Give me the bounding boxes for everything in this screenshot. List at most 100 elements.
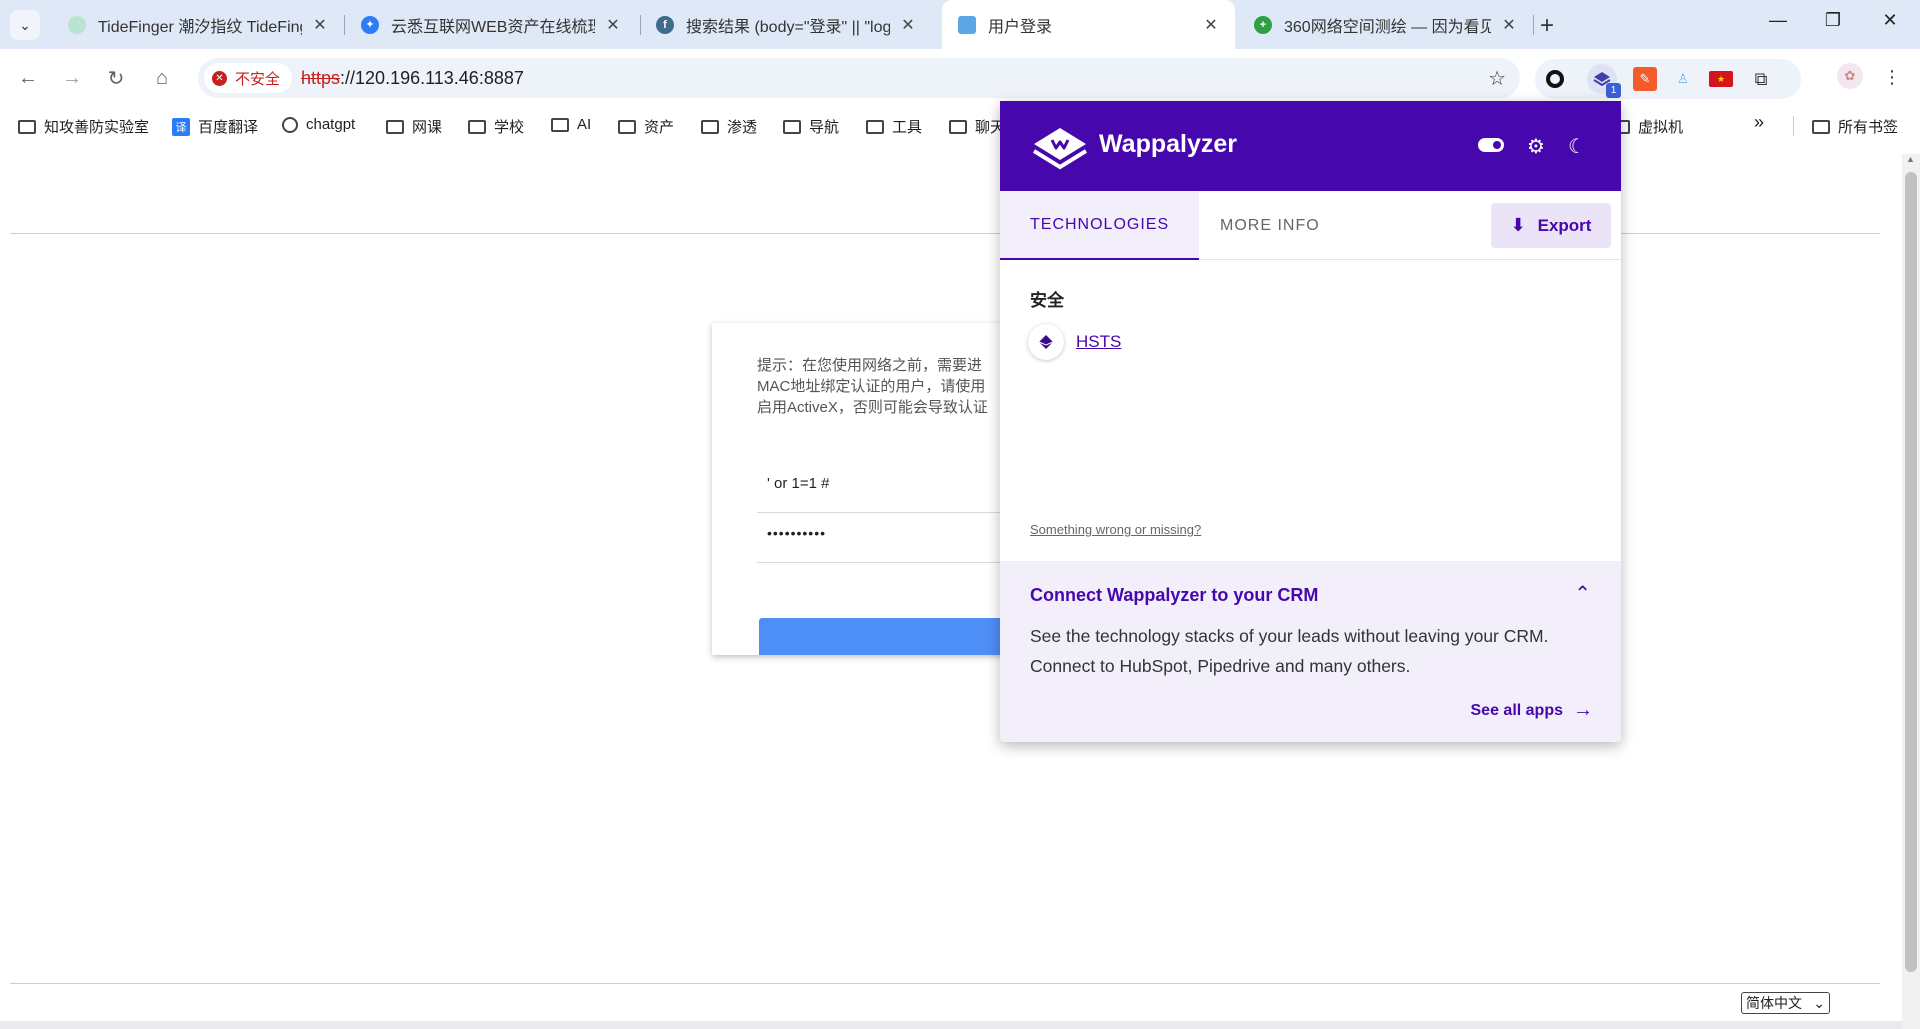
url-text[interactable]: https://120.196.113.46:8887 (301, 68, 524, 89)
puzzle-icon[interactable]: ⧉ (1749, 67, 1773, 91)
folder-icon (468, 119, 486, 134)
bookmark-item[interactable]: 知攻善防实验室 (18, 116, 149, 137)
flag-extension-icon[interactable]: ★ (1709, 71, 1733, 87)
reload-icon[interactable]: ↻ (101, 63, 131, 93)
close-icon[interactable]: ✕ (1499, 15, 1519, 35)
tab-technologies[interactable]: TECHNOLOGIES (1000, 191, 1200, 260)
yunxi-icon: ✦ (361, 15, 379, 34)
bookmark-label: 知攻善防实验室 (44, 119, 150, 136)
window-close-icon[interactable]: ✕ (1870, 10, 1910, 31)
bookmark-item[interactable]: 工具 (866, 116, 922, 137)
category-title: 安全 (1030, 291, 1064, 310)
bookmark-label: 所有书签 (1838, 119, 1899, 136)
tab-more-info[interactable]: MORE INFO (1190, 191, 1350, 260)
hint-line: 启用ActiveX，否则可能会导致认证 (757, 399, 988, 416)
bookmark-item[interactable]: 虚拟机 (1612, 116, 1683, 137)
scroll-thumb[interactable] (1905, 172, 1917, 972)
person-extension-icon[interactable]: ♙ (1671, 67, 1695, 91)
bookmark-star-icon[interactable]: ☆ (1488, 66, 1506, 91)
close-icon[interactable]: ✕ (1201, 15, 1221, 35)
wappalyzer-brand: Wappalyzer (1099, 130, 1238, 158)
bookmark-item[interactable]: 资产 (618, 116, 674, 137)
restore-icon[interactable]: ❐ (1813, 10, 1853, 31)
scroll-up-icon[interactable]: ▲ (1906, 154, 1915, 164)
bookmark-item[interactable]: 学校 (468, 116, 524, 137)
chevron-down-icon: ⌄ (1813, 994, 1825, 1011)
minimize-icon[interactable]: — (1758, 10, 1798, 31)
fofa-icon: f (656, 15, 674, 34)
tab-title: 云悉互联网WEB资产在线梳理|C (391, 18, 595, 36)
page-content: 提示：在您使用网络之前，需要进 MAC地址绑定认证的用户，请使用 启用Activ… (0, 146, 1920, 1029)
close-icon[interactable]: ✕ (898, 15, 918, 35)
folder-icon (866, 119, 884, 134)
bookmark-item[interactable]: AI (551, 116, 591, 133)
new-tab-button[interactable]: + (1540, 12, 1554, 40)
feedback-link[interactable]: Something wrong or missing? (1030, 522, 1201, 537)
back-icon[interactable]: ← (13, 63, 43, 93)
bookmark-item[interactable]: 渗透 (701, 116, 757, 137)
more-menu-icon[interactable]: ⋮ (1880, 65, 1904, 89)
scrollbar[interactable]: ▲ (1902, 154, 1920, 1029)
bookmark-item[interactable]: 网课 (386, 116, 442, 137)
wappalyzer-header: Wappalyzer ⚙ ☾ (1000, 101, 1621, 191)
tidefinger-icon (68, 15, 86, 34)
login-button[interactable]: 登录 (759, 618, 1000, 655)
chevron-up-icon[interactable]: ⌃ (1574, 581, 1591, 606)
technology-name[interactable]: HSTS (1076, 332, 1121, 352)
password-field[interactable]: •••••••••• (757, 513, 1000, 563)
bookmark-label: 渗透 (727, 119, 758, 136)
security-label: 不安全 (235, 70, 281, 88)
close-icon[interactable]: ✕ (310, 15, 330, 35)
tab-360-mapping[interactable]: + 360网络空间测绘 — 因为看见 ✕ (1238, 0, 1533, 49)
tab-strip: ⌄ TideFinger 潮汐指纹 TideFinger ✕ ✦ 云悉互联网WE… (0, 0, 1920, 49)
bookmark-item[interactable]: 聊天 (949, 116, 1005, 137)
bookmarks-overflow-button[interactable]: » (1754, 112, 1764, 133)
tab-fofa-search[interactable]: f 搜索结果 (body="登录" || "log ✕ (640, 0, 932, 49)
wappalyzer-popup: Wappalyzer ⚙ ☾ TECHNOLOGIES MORE INFO ⬇ … (1000, 101, 1621, 742)
page-bottom-strip (0, 1021, 1920, 1029)
bookmark-label: 百度翻译 (198, 119, 259, 136)
tab-tidefinger[interactable]: TideFinger 潮汐指纹 TideFinger ✕ (52, 0, 344, 49)
security-chip[interactable]: ✕ 不安全 (204, 63, 293, 93)
tab-search-button[interactable]: ⌄ (10, 10, 40, 40)
bookmark-label: AI (577, 116, 592, 133)
bookmark-item[interactable]: chatgpt (282, 116, 355, 133)
warning-icon: ✕ (212, 70, 227, 86)
bookmark-item[interactable]: 译百度翻译 (172, 116, 258, 137)
bookmark-label: 学校 (494, 119, 525, 136)
all-bookmarks[interactable]: 所有书签 (1812, 116, 1898, 137)
bookmark-item[interactable]: 导航 (783, 116, 839, 137)
circle-extension-icon[interactable] (1543, 67, 1567, 91)
gear-icon[interactable]: ⚙ (1527, 134, 1545, 159)
bookmark-label: 网课 (412, 119, 443, 136)
home-icon[interactable]: ⌂ (147, 63, 177, 93)
wappalyzer-extension-icon[interactable]: 1 (1587, 64, 1621, 98)
folder-icon (18, 119, 36, 134)
address-bar[interactable]: ✕ 不安全 https://120.196.113.46:8887 ☆ (198, 58, 1520, 98)
toggle-switch[interactable] (1478, 138, 1504, 152)
language-select-value: 简体中文 (1746, 995, 1802, 1011)
translate-extension-icon[interactable]: ✎ (1633, 67, 1657, 91)
tab-title: TideFinger 潮汐指纹 TideFinger (98, 18, 302, 36)
export-button[interactable]: ⬇ Export (1491, 203, 1611, 248)
close-icon[interactable]: ✕ (603, 15, 623, 35)
login-card-visible: 提示：在您使用网络之前，需要进 MAC地址绑定认证的用户，请使用 启用Activ… (712, 323, 1000, 655)
login-hint: 提示：在您使用网络之前，需要进 MAC地址绑定认证的用户，请使用 启用Activ… (757, 355, 1000, 418)
export-label: Export (1537, 215, 1592, 235)
arrow-right-icon: → (1573, 699, 1593, 721)
see-all-apps-link[interactable]: See all apps → (1471, 699, 1594, 722)
moon-icon[interactable]: ☾ (1568, 134, 1586, 159)
extension-badge: 1 (1606, 83, 1621, 98)
forward-icon[interactable]: → (57, 63, 87, 93)
tab-user-login[interactable]: 用户登录 ✕ (942, 0, 1235, 49)
download-icon: ⬇ (1510, 215, 1526, 235)
360-icon: + (1254, 15, 1272, 34)
folder-icon (551, 117, 569, 132)
tab-title: 搜索结果 (body="登录" || "log (686, 18, 890, 36)
technology-item[interactable]: HSTS (1028, 324, 1121, 360)
profile-avatar[interactable]: ✿ (1837, 63, 1863, 89)
hint-line: 提示：在您使用网络之前，需要进 (757, 357, 983, 374)
language-select[interactable]: 简体中文 ⌄ (1741, 992, 1830, 1014)
username-field[interactable]: ' or 1=1 # (757, 463, 1000, 513)
tab-yunxi[interactable]: ✦ 云悉互联网WEB资产在线梳理|C ✕ (345, 0, 637, 49)
